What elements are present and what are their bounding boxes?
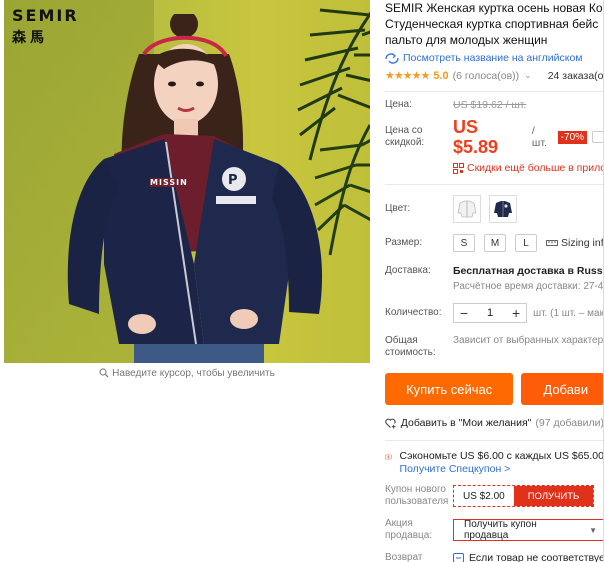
discount-badge: -70% (557, 130, 588, 144)
shipping-method[interactable]: Бесплатная доставка в Russian (453, 265, 604, 277)
add-to-cart-button[interactable]: Добави (521, 373, 604, 405)
discount-price-label: Цена со скидкой: (385, 125, 425, 148)
orders-count: 24 заказа(ов) (547, 69, 604, 82)
heart-plus-icon (385, 418, 396, 429)
star-rating-icons: ★★★★★ (385, 70, 430, 82)
product-title: SEMIR Женская куртка осень новая Ко Студ… (385, 0, 604, 48)
product-title-line: SEMIR Женская куртка осень новая Ко (385, 1, 603, 15)
chevron-down-icon: ▼ (589, 525, 597, 535)
quantity-stepper: − 1 + (453, 303, 528, 323)
app-discount-text: Скидки ещё больше в прилож (467, 162, 604, 174)
qr-code-icon (453, 162, 464, 174)
get-coupon-button[interactable]: ПОЛУЧИТЬ (513, 486, 594, 506)
jacket-navy-thumbnail (494, 201, 512, 217)
return-policy: Если товар не соответствует (453, 552, 604, 562)
color-label: Цвет: (385, 203, 411, 214)
total-label: Общая стоимость: (385, 335, 436, 358)
product-main-image[interactable]: P MISSIN SEMIR 森馬 (4, 0, 370, 363)
brand-logo-en: SEMIR (12, 6, 79, 25)
price-block: Цена: US $19.62 / шт. Цена со скидкой: U… (385, 91, 604, 174)
product-info-panel: SEMIR Женская куртка осень новая Ко Студ… (385, 0, 604, 562)
options-block: Цвет: Размер: S M L Sizing in Доставка: … (385, 184, 604, 359)
old-price: US $19.62 / шт. (453, 99, 527, 111)
wishlist-count: (97 добавили) (535, 417, 604, 429)
seller-coupon-select[interactable]: Получить купон продавца ▼ (453, 519, 604, 541)
shipping-time: Расчётное время доставки: 27-4 (453, 281, 604, 292)
model-figure: P (67, 14, 323, 363)
color-option-navy[interactable] (489, 195, 517, 223)
app-discount-link[interactable]: Скидки ещё больше в прилож (453, 162, 604, 174)
price-per-unit: / шт. (531, 125, 547, 149)
votes-link[interactable]: (6 голоса(ов)) (453, 70, 520, 82)
new-user-coupon: US $2.00 ПОЛУЧИТЬ (453, 485, 595, 507)
ruler-icon (546, 240, 558, 246)
return-policy-icon (453, 553, 464, 562)
chevron-down-icon[interactable]: ⌄ (524, 70, 532, 81)
color-option-white[interactable] (453, 195, 481, 223)
zoom-hint: Наведите курсор, чтобы увеличить (4, 368, 370, 379)
product-title-line: Студенческая куртка спортивная бейс (385, 17, 599, 31)
quantity-decrease-button[interactable]: − (454, 304, 474, 322)
seller-coupon-select-text: Получить купон продавца (464, 519, 537, 541)
magnifier-icon (99, 368, 109, 378)
special-coupon-link[interactable]: Получите Спецкупон > (400, 463, 604, 475)
sizing-info-link[interactable]: Sizing info (546, 237, 604, 249)
rating-row: ★★★★★ 5.0 (6 голоса(ов)) ⌄ 24 заказа(ов) (385, 69, 604, 83)
translate-icon (385, 52, 399, 64)
shirt-print-text: MISSIN (150, 178, 188, 187)
shipping-label: Доставка: (385, 265, 431, 276)
brand-logo-cn: 森馬 (12, 30, 48, 46)
quantity-label: Количество: (385, 307, 442, 318)
action-buttons: Купить сейчас Добави (385, 373, 604, 405)
size-option-l[interactable]: L (515, 234, 537, 252)
size-label: Размер: (385, 237, 423, 248)
buy-now-button[interactable]: Купить сейчас (385, 373, 514, 405)
rating-value: 5.0 (433, 69, 449, 82)
size-option-m[interactable]: M (484, 234, 506, 252)
product-title-line: пальто для молодых женщин (385, 33, 548, 47)
translate-link-text: Посмотреть название на английском (403, 52, 583, 64)
wishlist-row[interactable]: Добавить в "Мои желания" (97 добавили) (385, 417, 604, 429)
return-label: Возврат (385, 552, 423, 562)
return-policy-text: Если товар не соответствует (469, 552, 604, 562)
brand-logo: SEMIR 森馬 (12, 6, 79, 47)
size-option-s[interactable]: S (453, 234, 475, 252)
sizing-info-text: Sizing info (561, 237, 604, 249)
coupon-amount: US $2.00 (463, 490, 505, 502)
new-user-coupon-label: Купон нового пользователя (385, 484, 449, 507)
quantity-increase-button[interactable]: + (506, 304, 526, 322)
translate-title-link[interactable]: Посмотреть название на английском (385, 52, 604, 64)
total-note: Зависит от выбранных характер (453, 335, 604, 346)
wishlist-link: Добавить в "Мои желания" (400, 417, 532, 429)
current-price: US $5.89 (453, 117, 499, 157)
save-offer-text: Сэкономьте US $6.00 с каждых US $65.00 (399, 450, 604, 462)
quantity-input[interactable]: 1 (474, 307, 506, 319)
coupon-icon (385, 454, 392, 460)
coupons-block: Сэкономьте US $6.00 с каждых US $65.00 П… (385, 440, 604, 562)
quantity-note: шт. (1 шт. – мак (533, 307, 604, 319)
svg-text:P: P (228, 173, 238, 188)
zoom-hint-text: Наведите курсор, чтобы увеличить (112, 368, 275, 379)
price-label: Цена: (385, 99, 412, 110)
jacket-white-thumbnail (457, 200, 477, 218)
seller-promo-label: Акция продавца: (385, 518, 433, 541)
